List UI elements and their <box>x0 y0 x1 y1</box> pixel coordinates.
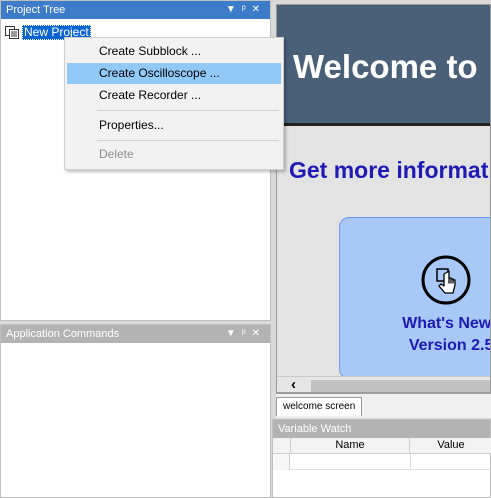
variable-watch-pane: Variable Watch Name Value <box>272 419 491 498</box>
variable-watch-titlebar: Variable Watch <box>273 420 490 438</box>
scrollbar-thumb[interactable] <box>311 380 490 392</box>
menu-item-create-recorder[interactable]: Create Recorder ... <box>67 85 281 106</box>
menu-item-properties[interactable]: Properties... <box>67 115 281 136</box>
card-line-2: Version 2.5? <box>408 337 490 354</box>
variable-watch-title: Variable Watch <box>278 423 352 435</box>
whats-new-card[interactable]: What's New in Version 2.5? <box>339 217 491 379</box>
welcome-banner: Welcome to <box>277 5 490 123</box>
pane-controls: ▼ᵖ✕ <box>226 325 266 343</box>
project-tree-title: Project Tree <box>6 4 66 16</box>
menu-separator <box>97 140 279 141</box>
row-divider <box>410 454 411 470</box>
document-tabstrip: welcome screen <box>276 393 491 418</box>
app-commands-titlebar: Application Commands ▼ᵖ✕ <box>1 325 270 343</box>
dropdown-icon[interactable]: ▼ <box>226 4 242 15</box>
welcome-document: Welcome to Get more information What's N… <box>276 4 491 393</box>
pin-icon[interactable]: ᵖ <box>242 4 252 15</box>
menu-separator <box>97 110 279 111</box>
touch-icon <box>421 255 471 305</box>
project-icon <box>5 26 19 39</box>
project-tree-titlebar: Project Tree ▼ᵖ✕ <box>1 1 270 19</box>
banner-divider <box>277 123 490 126</box>
watch-grid-row[interactable] <box>273 454 491 470</box>
pin-icon[interactable]: ᵖ <box>242 328 252 339</box>
close-icon[interactable]: ✕ <box>252 4 266 15</box>
tab-label: welcome screen <box>283 401 356 412</box>
tab-welcome-screen[interactable]: welcome screen <box>276 397 363 416</box>
menu-item-delete[interactable]: Delete <box>67 144 281 165</box>
welcome-heading: Welcome to <box>293 48 478 85</box>
context-menu: Create Subblock ... Create Oscilloscope … <box>64 37 284 170</box>
horizontal-scrollbar[interactable]: ‹ <box>277 376 490 393</box>
scroll-left-icon[interactable]: ‹ <box>291 377 296 393</box>
card-title: What's New in Version 2.5? <box>340 313 491 357</box>
row-gutter <box>273 454 290 470</box>
watch-grid-header: Name Value <box>273 438 491 454</box>
app-commands-title: Application Commands <box>6 328 120 340</box>
more-info-heading: Get more information <box>289 157 490 183</box>
app-commands-pane: Application Commands ▼ᵖ✕ <box>0 324 271 498</box>
dropdown-icon[interactable]: ▼ <box>226 328 242 339</box>
card-line-1: What's New in <box>402 315 491 332</box>
pane-controls: ▼ᵖ✕ <box>226 1 266 19</box>
column-header-name[interactable]: Name <box>290 438 410 453</box>
column-header-value[interactable]: Value <box>410 438 491 453</box>
menu-item-create-oscilloscope[interactable]: Create Oscilloscope ... <box>67 63 281 84</box>
close-icon[interactable]: ✕ <box>252 328 266 339</box>
menu-item-create-subblock[interactable]: Create Subblock ... <box>67 41 281 62</box>
